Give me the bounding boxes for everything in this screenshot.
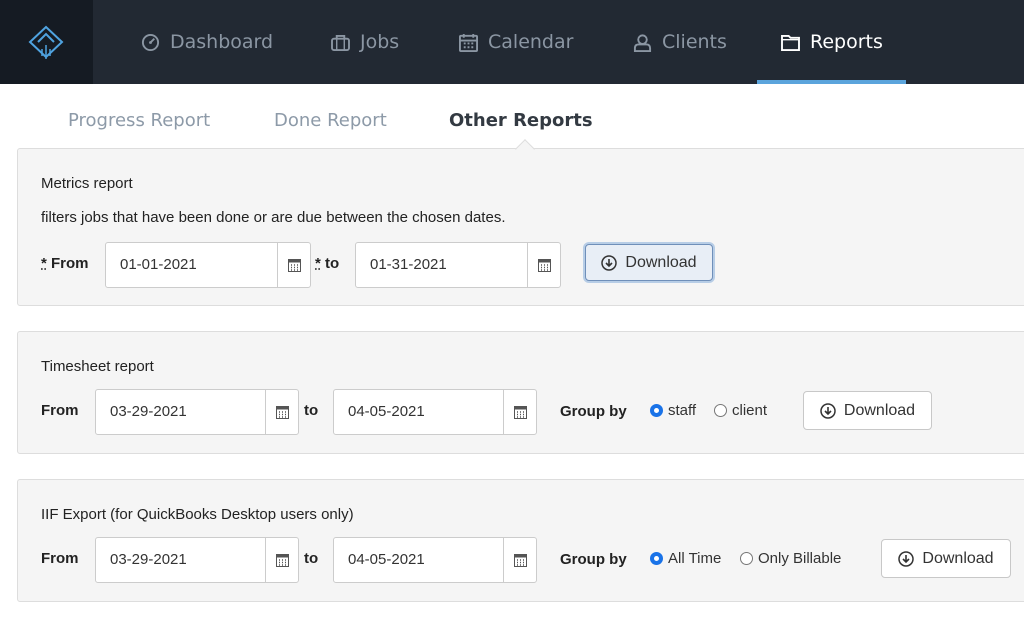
- calendar-picker-button[interactable]: [503, 538, 536, 582]
- active-nav-indicator: [757, 80, 906, 84]
- radio-unselected-icon: [740, 552, 753, 565]
- radio-selected-icon: [650, 552, 663, 565]
- calendar-icon: [275, 554, 289, 567]
- calendar-icon: [513, 406, 527, 419]
- radio-client[interactable]: client: [714, 402, 767, 419]
- radio-staff[interactable]: staff: [650, 402, 696, 419]
- panel-title: Metrics report: [41, 175, 133, 192]
- group-by-label: Group by: [560, 403, 627, 420]
- folder-icon: [781, 34, 800, 51]
- nav-reports[interactable]: Reports: [781, 0, 883, 84]
- radio-unselected-icon: [714, 404, 727, 417]
- to-date-input[interactable]: 01-31-2021: [355, 242, 561, 288]
- calendar-icon: [537, 259, 551, 272]
- logo-icon: [28, 25, 64, 59]
- from-date-value: 03-29-2021: [110, 403, 187, 420]
- from-label-text: From: [51, 255, 89, 272]
- download-icon: [898, 550, 915, 567]
- nav-calendar[interactable]: Calendar: [459, 0, 573, 84]
- button-label: Download: [922, 549, 994, 567]
- gauge-icon: [141, 33, 160, 51]
- calendar-icon: [459, 33, 478, 52]
- radio-label: All Time: [668, 550, 722, 567]
- tab-other-reports[interactable]: Other Reports: [449, 110, 593, 131]
- timesheet-report-panel: Timesheet report From 03-29-2021 to 04-0…: [17, 331, 1024, 454]
- calendar-icon: [275, 406, 289, 419]
- nav-dashboard[interactable]: Dashboard: [141, 0, 273, 84]
- radio-label: staff: [668, 402, 697, 419]
- calendar-icon: [513, 554, 527, 567]
- to-label-text: to: [325, 255, 340, 272]
- radio-only-billable[interactable]: Only Billable: [740, 550, 841, 567]
- metrics-report-panel: Metrics report filters jobs that have be…: [17, 139, 1024, 306]
- nav-label: Reports: [810, 31, 883, 53]
- from-date-input[interactable]: 01-01-2021: [105, 242, 311, 288]
- logo[interactable]: [0, 0, 93, 84]
- briefcase-icon: [331, 34, 350, 51]
- from-date-value: 03-29-2021: [110, 551, 187, 568]
- download-icon: [820, 402, 836, 419]
- to-date-value: 01-31-2021: [370, 256, 447, 273]
- nav-clients[interactable]: Clients: [633, 0, 727, 84]
- calendar-picker-button[interactable]: [265, 390, 298, 434]
- iif-export-panel: IIF Export (for QuickBooks Desktop users…: [17, 479, 1024, 602]
- panel-title: IIF Export (for QuickBooks Desktop users…: [41, 506, 354, 523]
- to-date-input[interactable]: 04-05-2021: [333, 537, 537, 583]
- to-date-input[interactable]: 04-05-2021: [333, 389, 537, 435]
- calendar-picker-button[interactable]: [503, 390, 536, 434]
- button-label: Download: [843, 401, 916, 419]
- nav-label: Clients: [662, 31, 727, 53]
- calendar-picker-button[interactable]: [265, 538, 298, 582]
- top-nav: Dashboard Jobs Calendar Clients Reports: [0, 0, 1024, 84]
- from-label: From: [41, 402, 79, 419]
- tab-progress-report[interactable]: Progress Report: [68, 110, 210, 131]
- download-icon: [601, 254, 618, 271]
- calendar-picker-button[interactable]: [527, 243, 560, 287]
- group-by-label: Group by: [560, 551, 627, 568]
- to-date-value: 04-05-2021: [348, 551, 425, 568]
- to-label: to: [304, 402, 319, 419]
- from-date-value: 01-01-2021: [120, 256, 197, 273]
- required-marker: *: [315, 255, 321, 272]
- timesheet-download-button[interactable]: Download: [803, 391, 932, 430]
- button-label: Download: [625, 253, 697, 271]
- user-icon: [633, 33, 652, 52]
- calendar-icon: [287, 259, 301, 272]
- panel-description: filters jobs that have been done or are …: [41, 209, 506, 226]
- active-tab-pointer: [515, 139, 535, 159]
- to-label: * to: [315, 255, 339, 272]
- tab-done-report[interactable]: Done Report: [274, 110, 387, 131]
- required-marker: *: [41, 255, 47, 272]
- from-date-input[interactable]: 03-29-2021: [95, 389, 299, 435]
- radio-label: Only Billable: [758, 550, 842, 567]
- radio-all-time[interactable]: All Time: [650, 550, 721, 567]
- from-date-input[interactable]: 03-29-2021: [95, 537, 299, 583]
- from-label: From: [41, 550, 79, 567]
- nav-jobs[interactable]: Jobs: [331, 0, 399, 84]
- iif-download-button[interactable]: Download: [881, 539, 1011, 578]
- to-label: to: [304, 550, 319, 567]
- from-label: * From: [41, 255, 89, 272]
- radio-selected-icon: [650, 404, 663, 417]
- panel-title: Timesheet report: [41, 358, 154, 375]
- nav-label: Dashboard: [170, 31, 274, 53]
- radio-label: client: [732, 402, 768, 419]
- nav-label: Calendar: [488, 31, 574, 53]
- metrics-download-button[interactable]: Download: [585, 244, 713, 281]
- nav-label: Jobs: [360, 31, 400, 53]
- to-date-value: 04-05-2021: [348, 403, 425, 420]
- calendar-picker-button[interactable]: [277, 243, 310, 287]
